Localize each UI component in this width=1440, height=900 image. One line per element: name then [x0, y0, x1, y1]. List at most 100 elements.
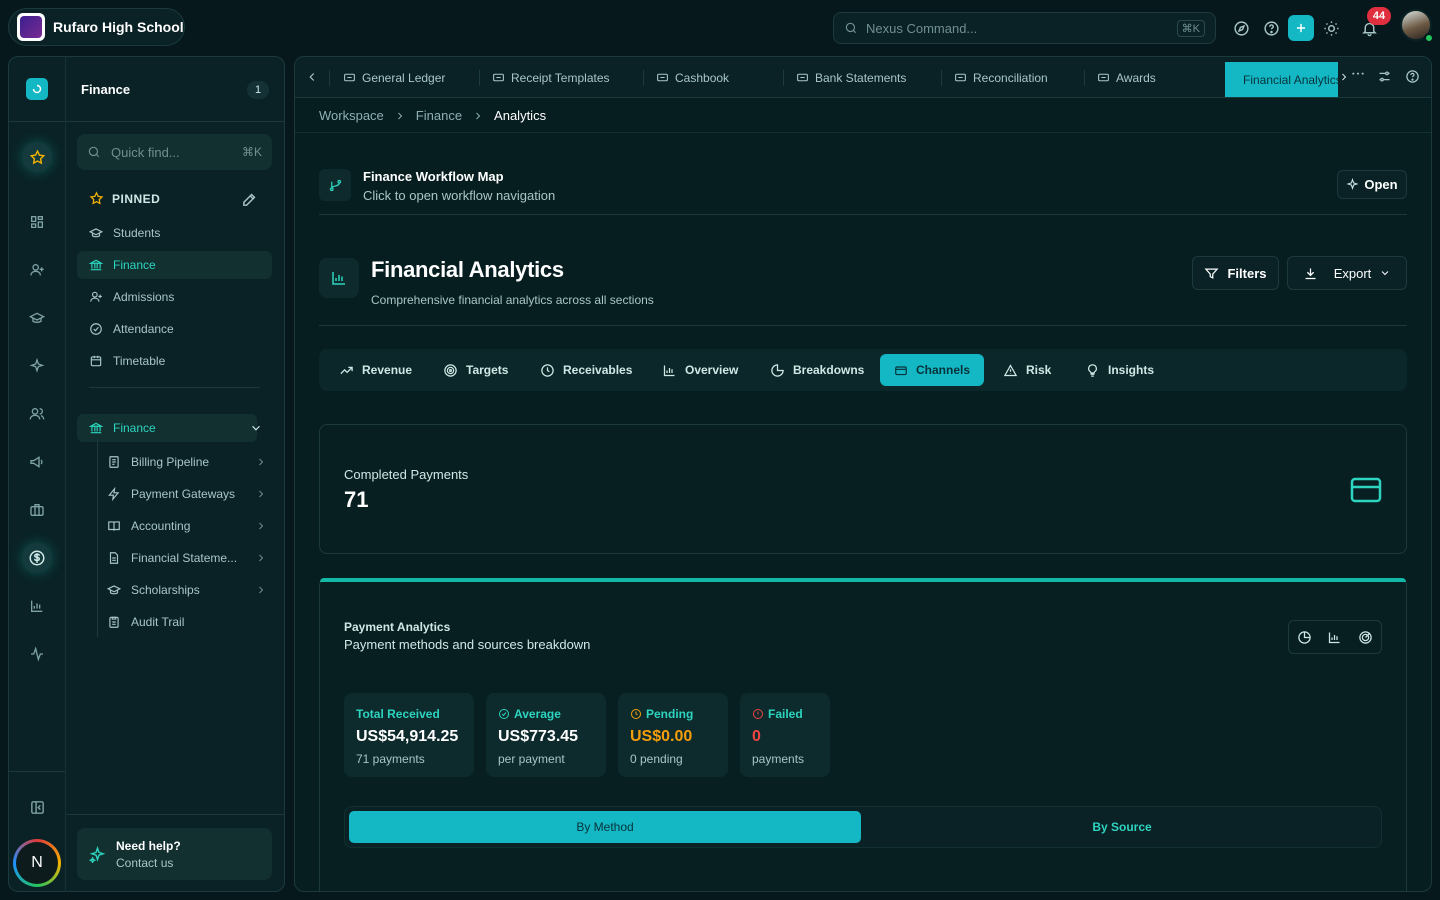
workflow-subtitle[interactable]: Click to open workflow navigation	[363, 188, 555, 203]
workflow-open-button[interactable]: Open	[1337, 170, 1407, 199]
stat-failed: Failed 0 payments	[740, 693, 830, 777]
pie-chart-icon[interactable]	[1297, 630, 1312, 645]
clock-icon	[631, 709, 641, 719]
pinned-item-admissions[interactable]: Admissions	[77, 283, 272, 311]
breadcrumb-finance[interactable]: Finance	[416, 108, 462, 123]
command-placeholder: Nexus Command...	[866, 20, 978, 36]
sub-item-audit-trail[interactable]: Audit Trail	[107, 608, 267, 636]
tab-icon	[344, 73, 355, 82]
sub-item-scholarships[interactable]: Scholarships	[107, 576, 267, 604]
tab-receipt-templates[interactable]: Receipt Templates	[492, 57, 610, 98]
edit-pinned-icon[interactable]	[241, 191, 258, 208]
rail-sparkles-icon[interactable]	[22, 351, 52, 381]
rail-favorites-star-icon[interactable]	[22, 142, 52, 172]
rail-academics-icon[interactable]	[22, 303, 52, 333]
stat-total-received: Total Received US$54,914.25 71 payments	[344, 693, 474, 777]
sub-item-accounting[interactable]: Accounting	[107, 512, 267, 540]
segment-receivables[interactable]: Receivables	[526, 354, 646, 386]
sub-item-financial-statements[interactable]: Financial Stateme...	[107, 544, 267, 572]
trend-up-icon	[340, 366, 353, 374]
rail-dashboard-icon[interactable]	[22, 207, 52, 237]
segment-insights[interactable]: Insights	[1071, 354, 1168, 386]
segment-targets[interactable]: Targets	[429, 354, 522, 386]
tab-icon	[1098, 73, 1109, 82]
rail-finance-dollar-icon[interactable]	[22, 543, 52, 573]
rail-activity-icon[interactable]	[22, 639, 52, 669]
create-button[interactable]	[1288, 15, 1314, 41]
breadcrumb-workspace[interactable]: Workspace	[319, 108, 384, 123]
chevron-right-icon	[397, 112, 403, 119]
breadcrumb-analytics: Analytics	[494, 108, 547, 123]
segment-risk[interactable]: Risk	[989, 354, 1065, 386]
search-icon	[844, 21, 858, 35]
chevron-right-icon	[255, 456, 267, 468]
school-switcher[interactable]: Rufaro High School	[8, 8, 185, 46]
workspace-avatar[interactable]: N	[13, 839, 61, 887]
toggle-by-source[interactable]: By Source	[865, 811, 1379, 843]
search-icon	[88, 146, 100, 158]
tab-general-ledger[interactable]: General Ledger	[343, 57, 445, 98]
notification-badge: 44	[1367, 7, 1391, 25]
collapse-sidebar-icon[interactable]	[22, 792, 52, 822]
credit-card-icon	[1350, 477, 1382, 503]
sparkles-icon	[89, 845, 106, 863]
online-status-dot	[1424, 33, 1434, 43]
workflow-title[interactable]: Finance Workflow Map	[363, 169, 504, 184]
chevron-left-icon[interactable]	[305, 70, 319, 84]
tab-awards[interactable]: Awards	[1097, 57, 1156, 98]
pinned-item-finance[interactable]: Finance	[77, 251, 272, 279]
tab-icon	[955, 73, 966, 82]
app-logo-icon[interactable]	[26, 78, 48, 100]
segment-revenue[interactable]: Revenue	[325, 354, 426, 386]
rail-megaphone-icon[interactable]	[22, 447, 52, 477]
stat-average: Average US$773.45 per payment	[486, 693, 606, 777]
more-icon[interactable]	[1350, 69, 1366, 81]
side-panel-title: Finance	[81, 82, 131, 97]
target-icon	[444, 363, 457, 377]
help-icon[interactable]	[1405, 69, 1420, 84]
breadcrumb: Workspace Finance Analytics	[319, 108, 546, 123]
segment-breakdowns[interactable]: Breakdowns	[756, 354, 878, 386]
command-search[interactable]: Nexus Command... ⌘K	[833, 12, 1216, 44]
tab-financial-analytics[interactable]: Financial Analytics	[1225, 62, 1338, 97]
payment-analytics-subtitle: Payment methods and sources breakdown	[344, 637, 591, 652]
pinned-item-students[interactable]: Students	[77, 219, 272, 247]
chevron-right-icon[interactable]	[1338, 71, 1350, 83]
rail-briefcase-icon[interactable]	[22, 495, 52, 525]
check-circle-icon	[499, 709, 509, 719]
pinned-item-attendance[interactable]: Attendance	[77, 315, 272, 343]
card-accent-bar	[320, 578, 1406, 582]
quick-find-input[interactable]: Quick find... ⌘K	[77, 134, 272, 170]
help-card[interactable]: Need help? Contact us	[77, 828, 272, 880]
payment-analytics-card: Payment Analytics Payment methods and so…	[319, 578, 1407, 891]
star-icon	[89, 191, 104, 205]
rail-admissions-icon[interactable]	[22, 255, 52, 285]
tab-reconciliation[interactable]: Reconciliation	[954, 57, 1048, 98]
clock-icon	[541, 363, 554, 377]
help-icon[interactable]	[1259, 14, 1283, 42]
main-content: General Ledger Receipt Templates Cashboo…	[294, 56, 1432, 892]
segment-channels[interactable]: Channels	[880, 354, 984, 386]
tab-cashbook[interactable]: Cashbook	[656, 57, 729, 98]
sun-icon[interactable]	[1319, 14, 1343, 42]
toggle-by-method[interactable]: By Method	[349, 811, 861, 843]
sliders-icon[interactable]	[1377, 69, 1392, 84]
bank-icon	[89, 422, 103, 434]
sub-item-payment-gateways[interactable]: Payment Gateways	[107, 480, 267, 508]
chevron-down-icon[interactable]	[249, 421, 263, 435]
sub-item-billing-pipeline[interactable]: Billing Pipeline	[107, 448, 267, 476]
completed-payments-label: Completed Payments	[344, 467, 469, 482]
section-finance[interactable]: Finance	[77, 414, 257, 442]
segment-overview[interactable]: Overview	[648, 354, 752, 386]
export-button[interactable]: Export	[1287, 256, 1407, 290]
rail-analytics-icon[interactable]	[22, 591, 52, 621]
radar-chart-icon[interactable]	[1358, 630, 1373, 645]
compass-icon[interactable]	[1229, 14, 1253, 42]
plus-icon	[1296, 23, 1306, 33]
alert-circle-icon	[753, 709, 763, 719]
pinned-item-timetable[interactable]: Timetable	[77, 347, 272, 375]
rail-users-icon[interactable]	[22, 399, 52, 429]
tab-bank-statements[interactable]: Bank Statements	[796, 57, 906, 98]
bar-chart-icon[interactable]	[1327, 630, 1342, 645]
filters-button[interactable]: Filters	[1192, 256, 1279, 290]
